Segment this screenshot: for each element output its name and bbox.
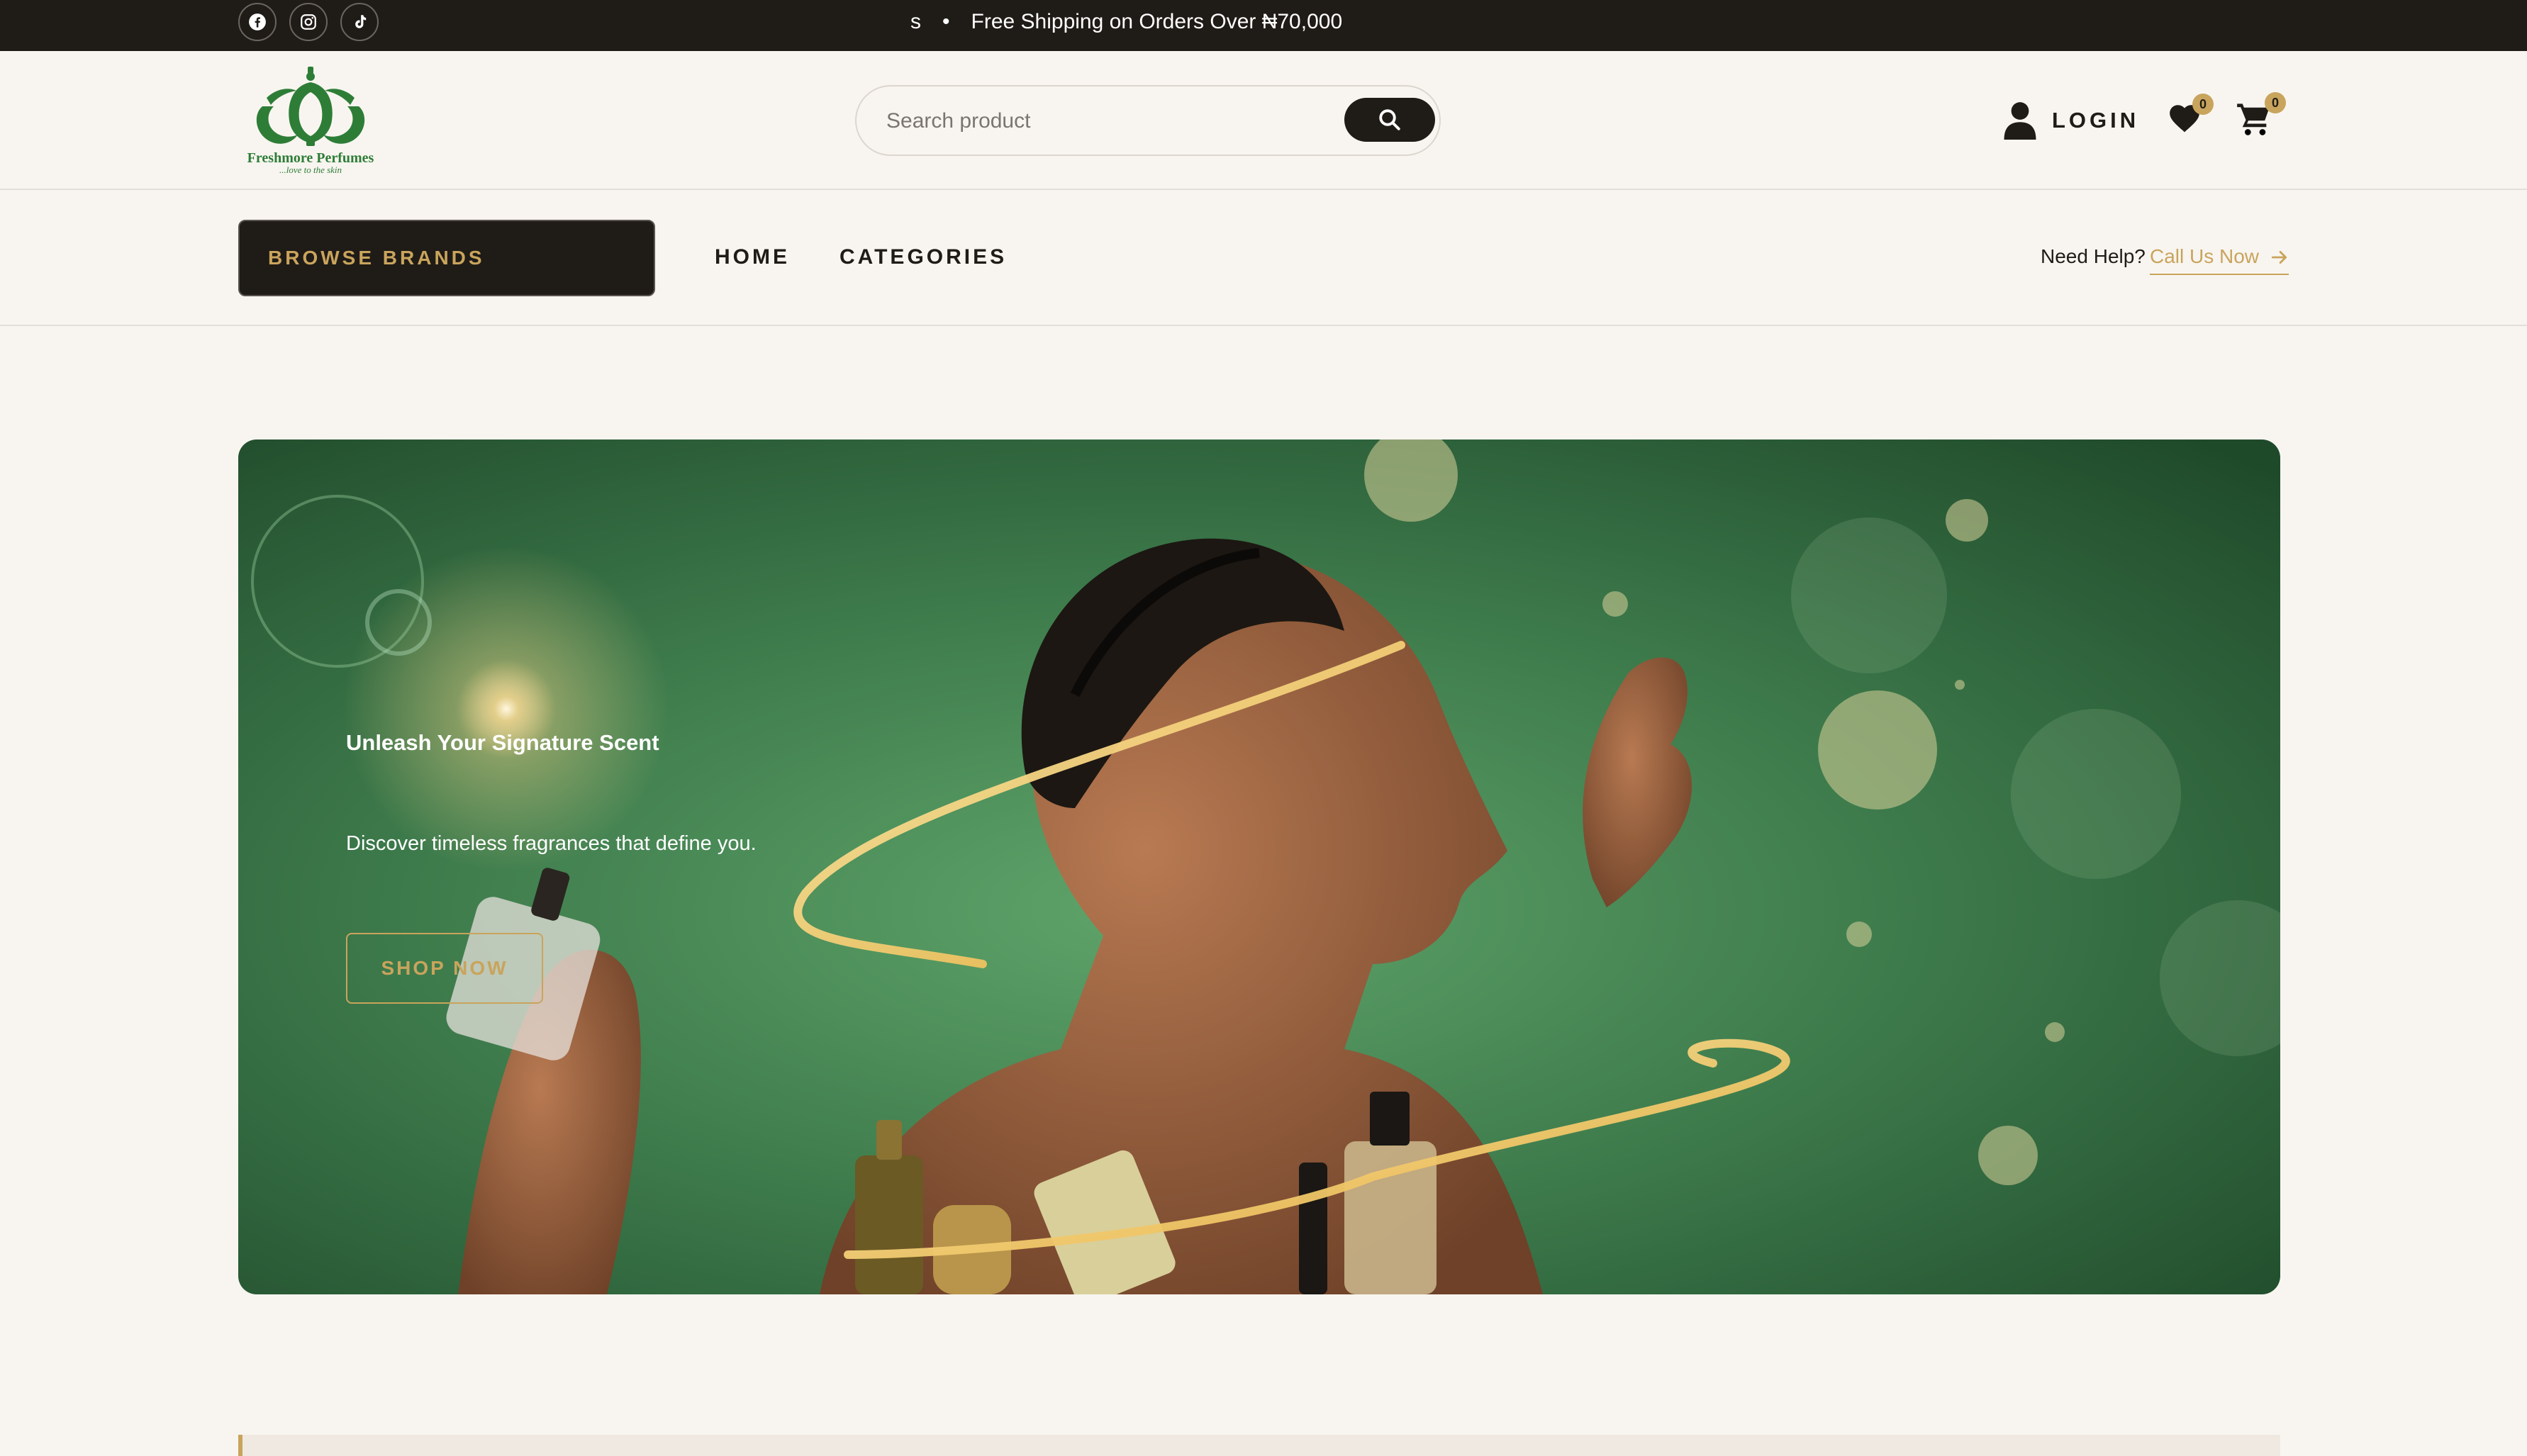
hero-banner: Unleash Your Signature Scent Discover ti… [238, 439, 2280, 1294]
top-announcement-bar: s • Free Shipping on Orders Over ₦70,000 [0, 0, 2527, 51]
ticker-fragment: s [910, 10, 921, 33]
search-button[interactable] [1344, 98, 1435, 142]
site-header: Freshmore Perfumes ...love to the skin L… [0, 51, 2527, 190]
browse-brands-button[interactable]: BROWSE BRANDS [238, 220, 655, 296]
nav-link-home[interactable]: HOME [715, 245, 790, 269]
need-help-label: Need Help? [2041, 245, 2146, 267]
instagram-icon [301, 14, 316, 30]
tiktok-link[interactable] [340, 3, 379, 41]
next-section-strip [238, 1435, 2280, 1456]
arrow-right-icon [2271, 251, 2287, 264]
user-icon [2004, 102, 2036, 140]
call-us-label: Call Us Now [2150, 245, 2260, 267]
instagram-link[interactable] [289, 3, 328, 41]
wishlist-count-badge: 0 [2192, 94, 2214, 115]
browse-brands-label: BROWSE BRANDS [268, 247, 485, 269]
shipping-announcement: Free Shipping on Orders Over ₦70,000 [971, 10, 1343, 33]
facebook-icon [249, 13, 266, 30]
tiktok-icon [355, 15, 367, 28]
shop-now-label: SHOP NOW [381, 957, 508, 979]
main-navigation: BROWSE BRANDS HOME CATEGORIES Need Help?… [0, 190, 2527, 326]
facebook-link[interactable] [238, 3, 277, 41]
ticker-separator: • [942, 10, 950, 33]
hero-image [238, 439, 2280, 1294]
search-icon [1379, 109, 1400, 130]
shop-now-button[interactable]: SHOP NOW [346, 933, 543, 1004]
hero-subtitle: Discover timeless fragrances that define… [346, 832, 757, 855]
search-input[interactable] [885, 102, 1313, 140]
cart-count-badge: 0 [2265, 92, 2286, 113]
search-bar [855, 85, 1441, 156]
nav-link-categories[interactable]: CATEGORIES [839, 245, 1007, 269]
call-us-link[interactable]: Call Us Now [2150, 245, 2289, 275]
wishlist-button[interactable]: 0 [2164, 94, 2214, 143]
login-label: LOGIN [2052, 108, 2140, 133]
login-link[interactable]: LOGIN [2004, 99, 2139, 142]
brand-tagline: ...love to the skin [279, 164, 342, 175]
announcement-ticker: s • Free Shipping on Orders Over ₦70,000 [910, 0, 1342, 44]
cart-button[interactable]: 0 [2235, 92, 2286, 142]
hero-title: Unleash Your Signature Scent [346, 730, 659, 755]
